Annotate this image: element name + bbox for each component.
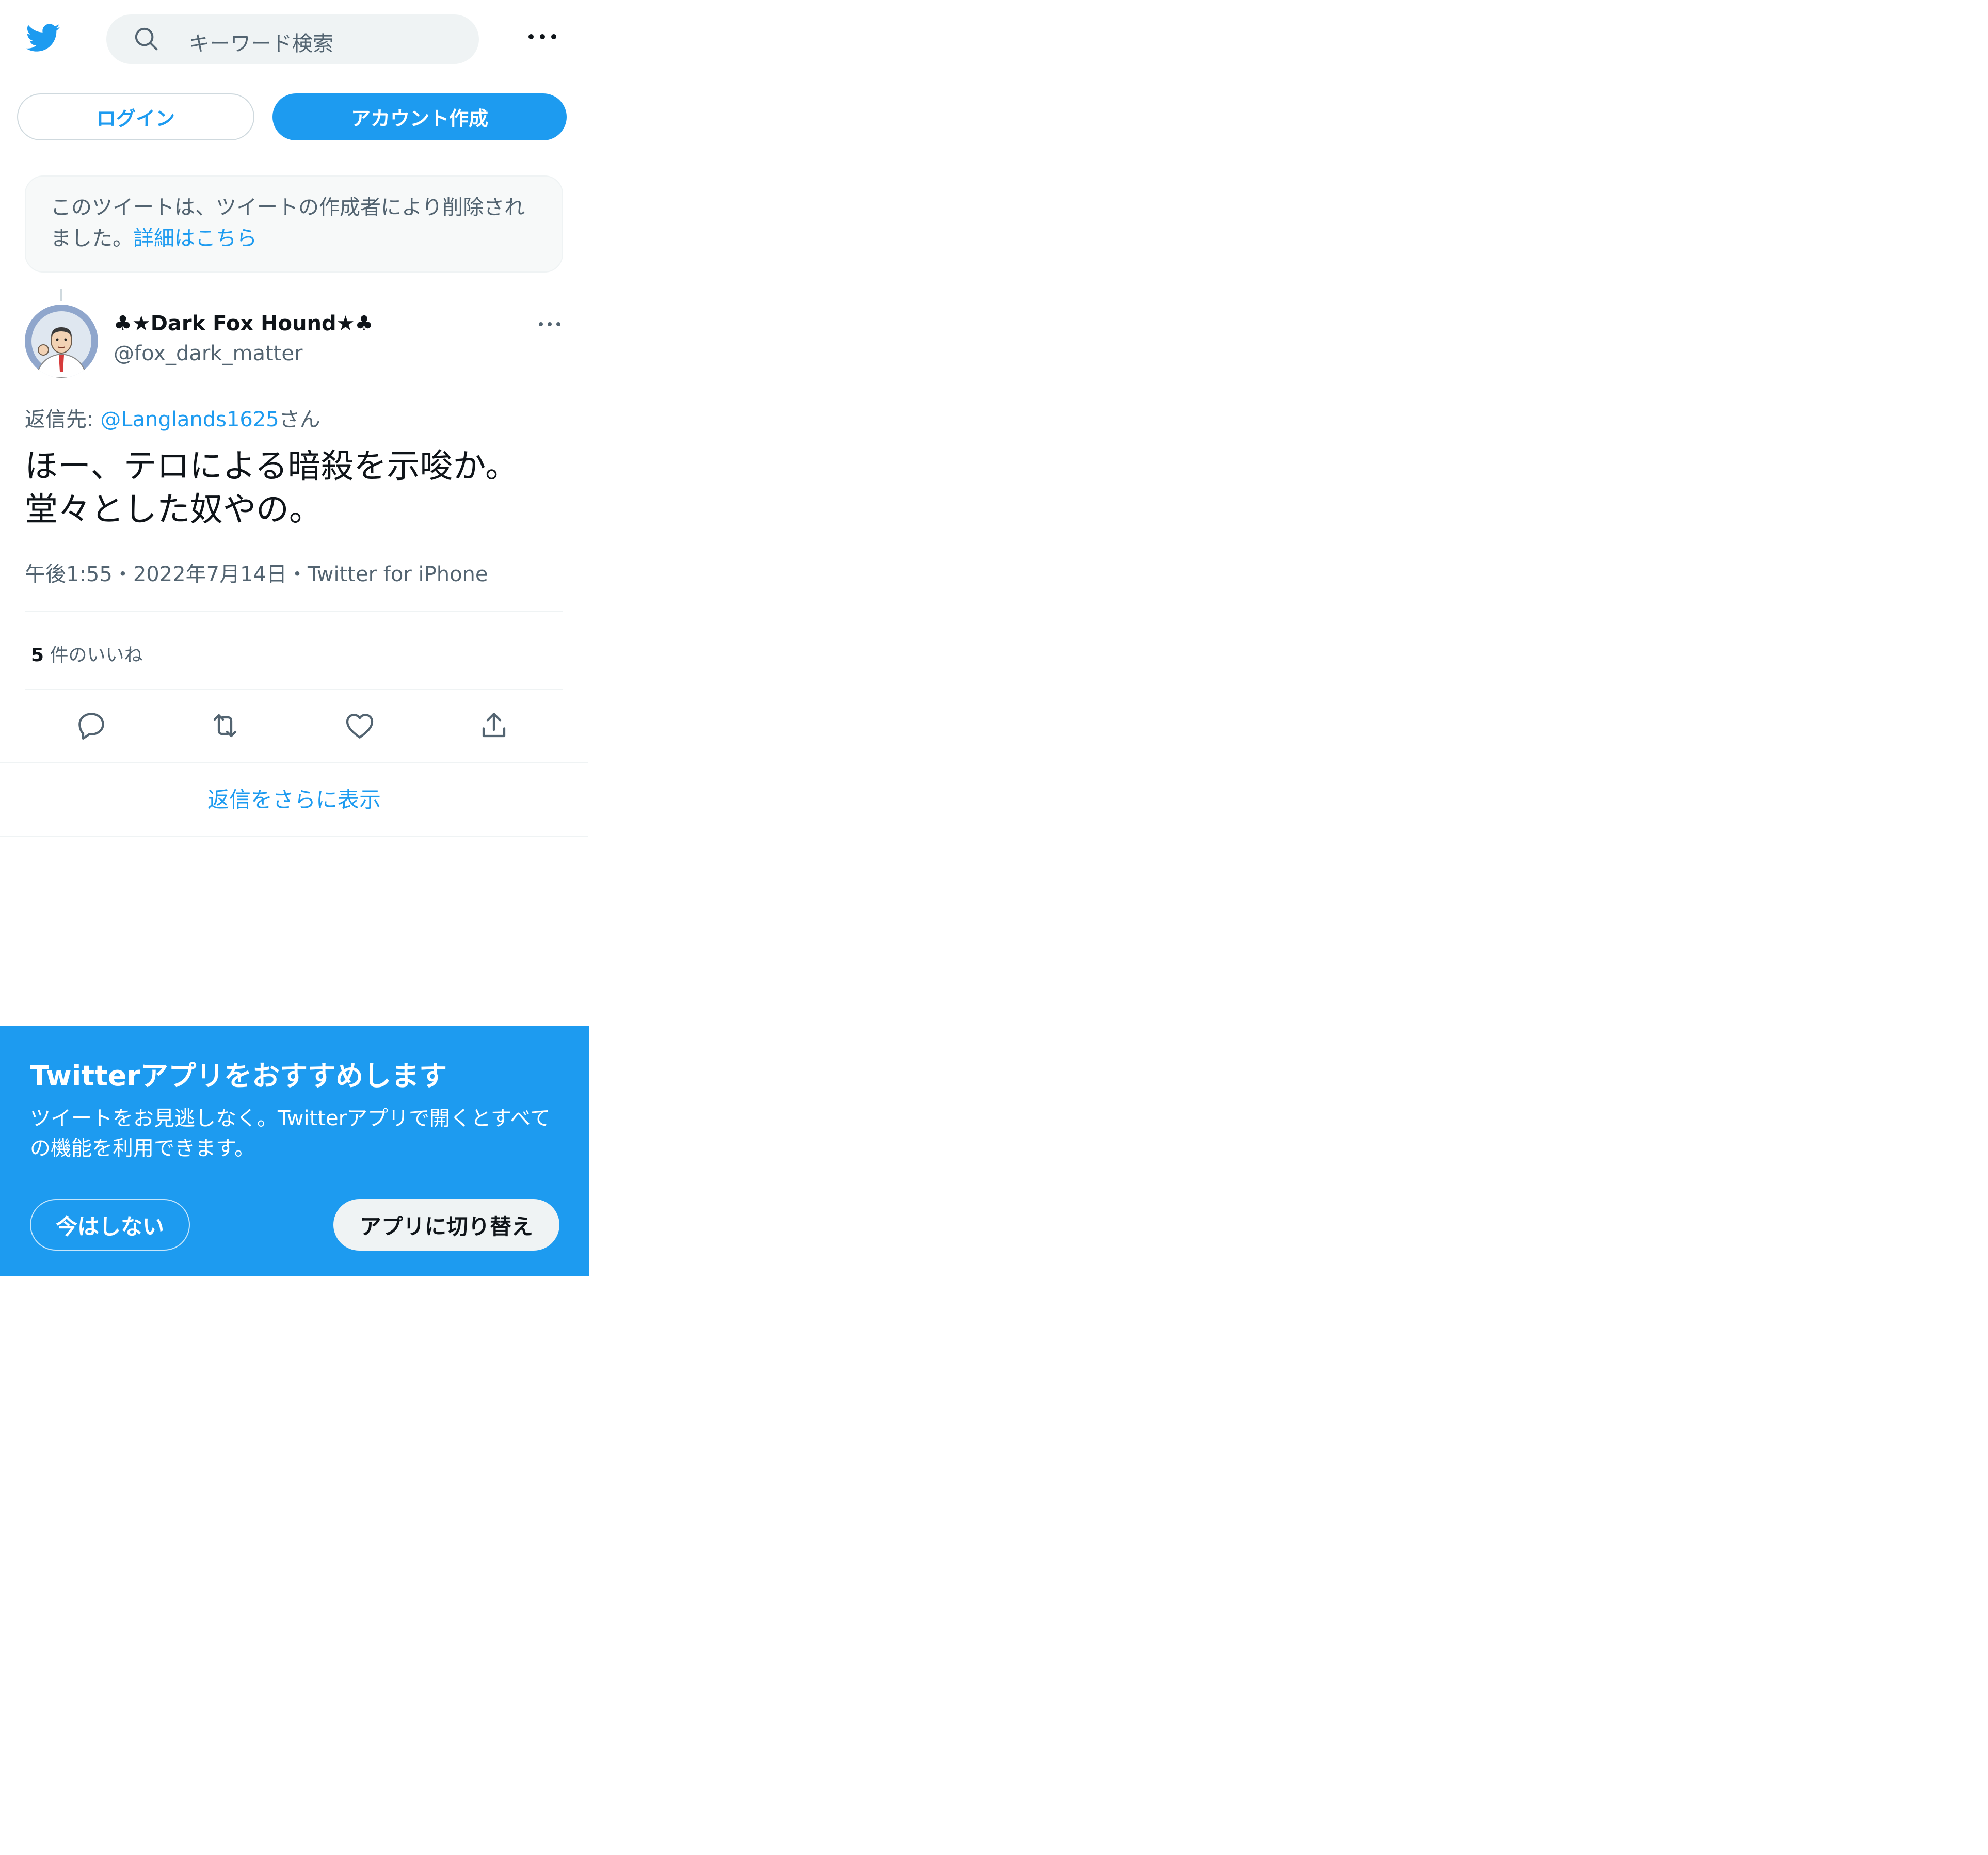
tweet-meta: 午後1:55・2022年7月14日・Twitter for iPhone (25, 557, 488, 587)
reply-icon[interactable] (75, 709, 108, 742)
twitter-bird-icon[interactable] (23, 21, 63, 55)
avatar[interactable] (25, 305, 98, 378)
tweet-time[interactable]: 午後1:55 (25, 563, 113, 586)
meta-separator: ・ (112, 563, 133, 586)
not-now-button[interactable]: 今はしない (30, 1199, 190, 1251)
likes-count[interactable]: 5 件のいいね (31, 640, 143, 667)
more-dots-icon[interactable] (528, 29, 556, 44)
details-link[interactable]: 詳細はこちら (133, 227, 257, 250)
switch-to-app-button[interactable]: アプリに切り替え (333, 1199, 559, 1251)
tweet-source[interactable]: Twitter for iPhone (308, 563, 488, 586)
thread-connector (60, 289, 62, 301)
author-display-name[interactable]: ♣★Dark Fox Hound★♣ (114, 312, 373, 335)
likes-number: 5 (31, 645, 44, 666)
search-icon (135, 27, 158, 51)
share-icon[interactable] (477, 709, 510, 742)
replying-suffix: さん (279, 408, 320, 431)
login-button[interactable]: ログイン (17, 93, 254, 140)
replying-to: 返信先: @Langlands1625さん (25, 403, 320, 433)
search-input[interactable]: キーワード検索 (106, 14, 479, 64)
deleted-notice-text: このツイートは、ツイートの作成者により削除されました。 (51, 196, 525, 250)
banner-description: ツイートをお見逃しなく。Twitterアプリで開くとすべての機能を利用できます。 (30, 1107, 551, 1160)
author-handle[interactable]: @fox_dark_matter (114, 342, 302, 365)
likes-label: 件のいいね (50, 645, 143, 666)
app-promo-banner: Twitterアプリをおすすめします ツイートをお見逃しなく。Twitterアプ… (0, 1026, 589, 1276)
tweet-text: ほー、テロによる暗殺を示唆か。 堂々とした奴やの。 (25, 445, 567, 532)
deleted-tweet-notice: このツイートは、ツイートの作成者により削除されました。詳細はこちら (25, 175, 563, 273)
replying-prefix: 返信先: (25, 408, 101, 431)
retweet-icon[interactable] (209, 709, 242, 742)
show-more-replies-link[interactable]: 返信をさらに表示 (0, 782, 588, 814)
divider (25, 689, 563, 690)
replying-mention[interactable]: @Langlands1625 (100, 408, 279, 431)
tweet-date[interactable]: 2022年7月14日 (133, 563, 287, 586)
tweet-text-line-1: ほー、テロによる暗殺を示唆か。 (25, 447, 519, 486)
tweet-text-line-2: 堂々とした奴やの。 (25, 491, 322, 529)
meta-separator: ・ (286, 563, 308, 586)
search-placeholder: キーワード検索 (189, 32, 333, 56)
tweet-more-icon[interactable] (539, 320, 560, 328)
banner-title: Twitterアプリをおすすめします (30, 1060, 447, 1092)
divider (25, 611, 563, 612)
like-icon[interactable] (343, 709, 376, 742)
signup-button[interactable]: アカウント作成 (272, 93, 567, 140)
